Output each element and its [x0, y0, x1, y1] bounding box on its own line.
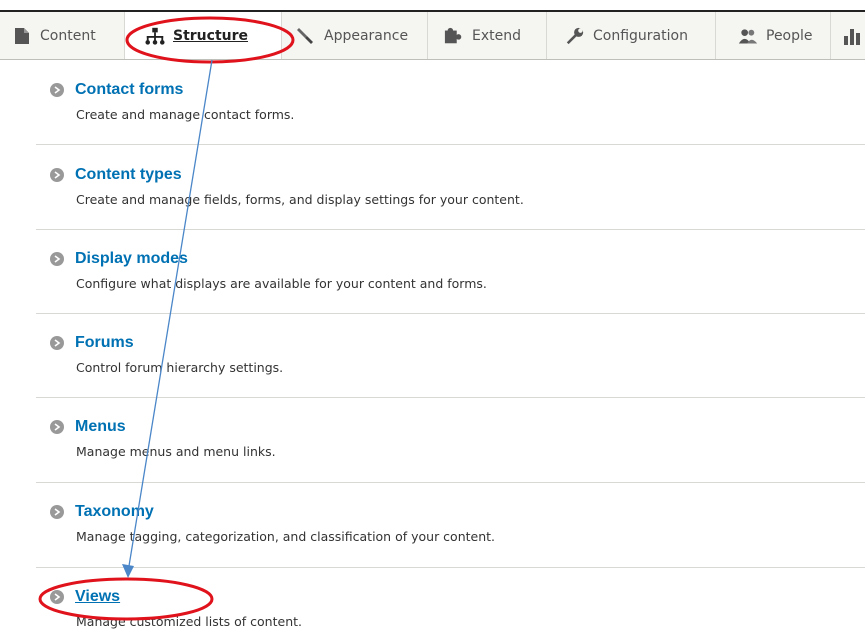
tab-content[interactable]: Content — [0, 12, 124, 59]
item-link-content-types[interactable]: Content types — [75, 166, 182, 184]
tab-extend[interactable]: Extend — [428, 12, 546, 59]
divider — [36, 567, 865, 568]
item-link-menus[interactable]: Menus — [75, 418, 126, 436]
tab-structure-label: Structure — [173, 27, 249, 44]
tab-configuration-label: Configuration — [593, 27, 688, 44]
item-description: Create and manage fields, forms, and dis… — [76, 192, 524, 207]
item-link-forums[interactable]: Forums — [75, 334, 134, 352]
tab-configuration[interactable]: Configuration — [547, 12, 715, 59]
item-link-taxonomy[interactable]: Taxonomy — [75, 503, 154, 521]
divider — [36, 482, 865, 483]
tab-people[interactable]: People — [716, 12, 830, 59]
item-description: Manage customized lists of content. — [76, 614, 302, 629]
wrench-icon — [565, 26, 585, 46]
item-description: Create and manage contact forms. — [76, 107, 295, 122]
annotation-arrow-line — [127, 59, 213, 573]
chevron-right-icon — [50, 83, 64, 97]
reports-icon — [843, 26, 863, 46]
tab-content-label: Content — [40, 27, 96, 44]
item-link-views[interactable]: Views — [75, 588, 120, 606]
tab-reports[interactable] — [831, 12, 865, 59]
divider — [36, 397, 865, 398]
divider — [36, 144, 865, 145]
item-description: Control forum hierarchy settings. — [76, 360, 284, 375]
item-description: Configure what displays are available fo… — [76, 276, 487, 291]
sitemap-icon — [145, 26, 165, 46]
page-icon — [12, 26, 32, 46]
tab-appearance-label: Appearance — [324, 27, 409, 44]
puzzle-icon — [444, 26, 464, 46]
tab-appearance[interactable]: Appearance — [282, 12, 427, 59]
chevron-right-icon — [50, 252, 64, 266]
divider — [36, 313, 865, 314]
chevron-right-icon — [50, 336, 64, 350]
chevron-right-icon — [50, 168, 64, 182]
tab-people-label: People — [766, 27, 813, 44]
paintbrush-icon — [296, 26, 316, 46]
item-link-contact-forms[interactable]: Contact forms — [75, 81, 183, 99]
chevron-right-icon — [50, 590, 64, 604]
admin-toolbar: Content Structure Appearance Extend Conf… — [0, 10, 865, 60]
item-description: Manage menus and menu links. — [76, 444, 276, 459]
chevron-right-icon — [50, 420, 64, 434]
tab-structure[interactable]: Structure — [125, 12, 281, 59]
chevron-right-icon — [50, 505, 64, 519]
tab-extend-label: Extend — [472, 27, 521, 44]
divider — [36, 229, 865, 230]
people-icon — [738, 26, 758, 46]
item-link-display-modes[interactable]: Display modes — [75, 250, 188, 268]
item-description: Manage tagging, categorization, and clas… — [76, 529, 496, 544]
